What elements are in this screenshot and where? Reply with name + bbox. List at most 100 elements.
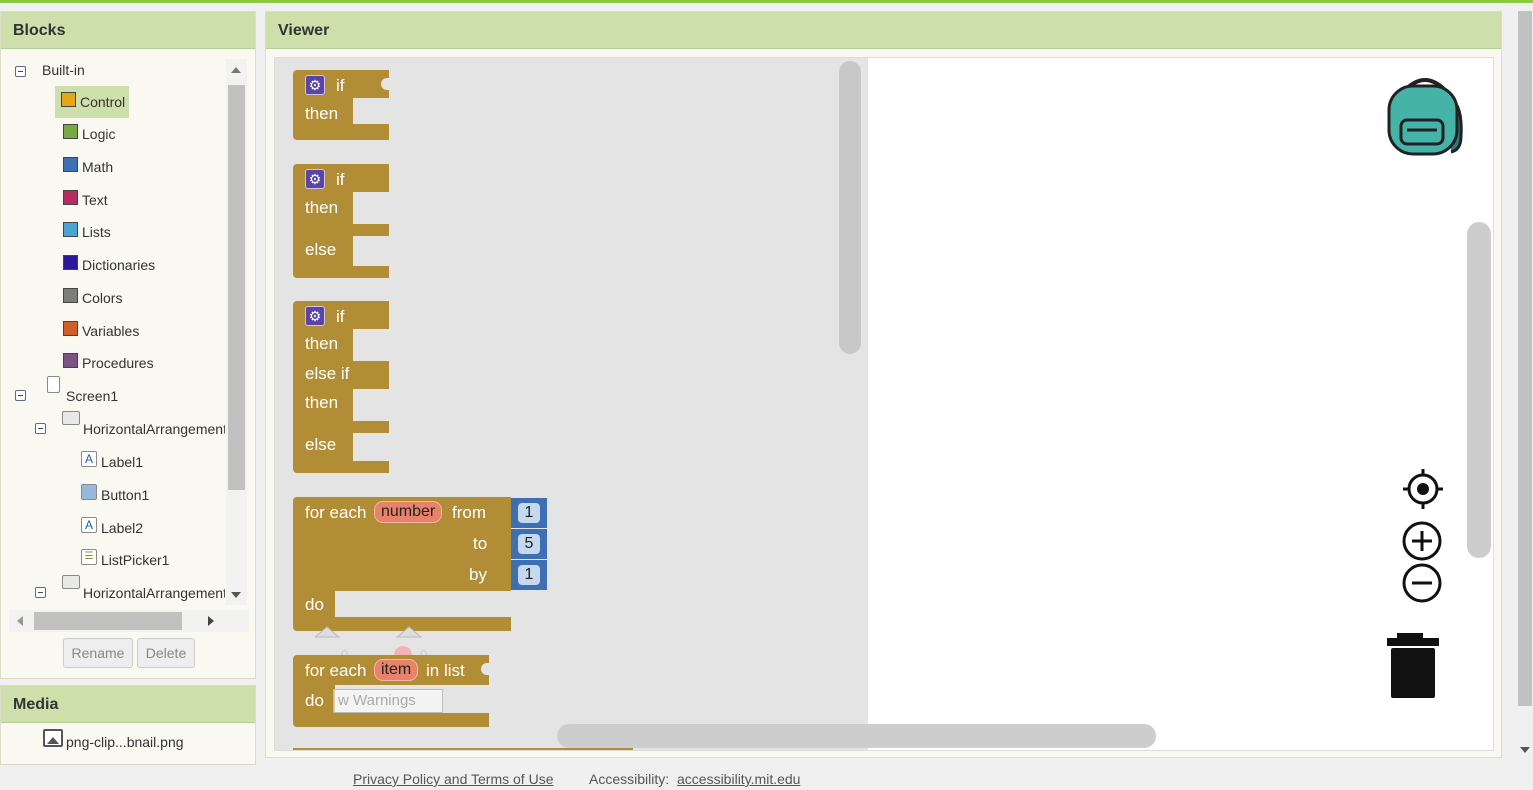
drawer-logic[interactable]: Logic [63, 119, 115, 149]
scroll-left-icon[interactable] [17, 616, 23, 626]
block-label: then [305, 393, 339, 412]
drawer-variables[interactable]: Variables [63, 316, 139, 346]
block-label: if [336, 307, 345, 326]
drawer-text[interactable]: Text [63, 185, 108, 215]
footer: Privacy Policy and Terms of Use Accessib… [0, 765, 1533, 790]
block-label: for each [305, 503, 367, 522]
drawer-label: Control [80, 94, 126, 110]
scroll-thumb[interactable] [34, 612, 182, 630]
drawer-label: Dictionaries [82, 257, 156, 273]
if-elseif-else-block[interactable]: ⚙ if then else if then else [293, 301, 389, 473]
privacy-policy-link[interactable]: Privacy Policy and Terms of Use [353, 771, 553, 787]
tree-node-screen1[interactable]: Screen1 [9, 376, 225, 411]
drawer-dictionaries[interactable]: Dictionaries [63, 250, 155, 280]
block-label: do [305, 595, 324, 614]
tree-label: HorizontalArrangement1 [83, 421, 225, 437]
tree-vertical-scrollbar[interactable] [226, 59, 247, 605]
scroll-thumb[interactable] [228, 85, 245, 490]
variable-name-field[interactable]: number [374, 501, 443, 523]
tree-node-button1[interactable]: Button1 [81, 480, 149, 510]
drawer-label: Text [82, 192, 108, 208]
number-value[interactable]: 1 [518, 503, 540, 523]
block-label: then [305, 198, 339, 217]
mutator-gear-icon[interactable]: ⚙ [305, 75, 325, 95]
viewer-title: Viewer [266, 12, 1501, 49]
number-value[interactable]: 5 [518, 534, 540, 554]
drawer-procedures[interactable]: Procedures [63, 348, 154, 378]
trash-icon[interactable] [1387, 632, 1441, 700]
for-range-block[interactable]: for each number from 1 to 5 by 1 do [293, 497, 547, 633]
block-label: if [336, 170, 345, 189]
control-swatch-icon [61, 91, 76, 107]
scroll-up-icon[interactable] [231, 67, 241, 73]
drawer-colors[interactable]: Colors [63, 283, 122, 313]
blocks-flyout: ⚙ if then ⚙ if then else ⚙ if then else … [275, 58, 868, 750]
media-item[interactable]: png-clip...bnail.png [43, 729, 184, 750]
text-swatch-icon [63, 189, 78, 205]
number-block[interactable]: 5 [511, 529, 547, 559]
drawer-label: Lists [82, 224, 111, 240]
mutator-gear-icon[interactable]: ⚙ [305, 169, 325, 189]
collapse-toggle-icon[interactable] [15, 390, 26, 401]
tree-horizontal-scrollbar[interactable] [9, 610, 249, 632]
tree-label: Button1 [101, 487, 150, 503]
math-swatch-icon [63, 156, 78, 172]
drawer-label: Logic [82, 126, 116, 142]
tree-node-horizontalarrangement1[interactable]: HorizontalArrangement1 [9, 411, 225, 444]
button-icon [81, 484, 97, 500]
workspace-horizontal-scrollbar[interactable] [557, 724, 1156, 748]
label-icon: A [81, 451, 97, 467]
page-scrollbar[interactable] [1517, 11, 1533, 766]
tree-label: Label1 [101, 454, 144, 470]
tree-node-label2[interactable]: A Label2 [81, 513, 143, 543]
if-then-block[interactable]: ⚙ if then [293, 70, 389, 146]
tree-label-builtin: Built-in [42, 62, 85, 78]
variable-name-field[interactable]: item [374, 659, 419, 681]
drawer-label: Variables [82, 323, 140, 339]
next-block-edge [293, 748, 633, 750]
collapse-toggle-icon[interactable] [35, 587, 46, 598]
recenter-icon[interactable] [1403, 469, 1443, 509]
drawer-label: Math [82, 159, 114, 175]
lists-swatch-icon [63, 221, 78, 237]
drawer-control[interactable]: Control [55, 86, 130, 118]
variables-swatch-icon [63, 320, 78, 336]
tree-node-label1[interactable]: A Label1 [81, 447, 143, 477]
zoom-out-icon[interactable] [1401, 562, 1443, 604]
if-then-else-block[interactable]: ⚙ if then else [293, 164, 389, 280]
collapse-toggle-icon[interactable] [35, 423, 46, 434]
tree-node-listpicker1[interactable]: ☰ ListPicker1 [81, 545, 169, 575]
number-value[interactable]: 1 [518, 565, 540, 585]
scroll-down-icon[interactable] [231, 592, 241, 598]
image-file-icon [43, 729, 63, 747]
zoom-in-icon[interactable] [1401, 521, 1443, 563]
scroll-right-icon[interactable] [208, 616, 214, 626]
tree-node-horizontalarrangement2[interactable]: HorizontalArrangement2 [9, 575, 225, 605]
drawer-math[interactable]: Math [63, 152, 113, 182]
accessibility-link[interactable]: accessibility.mit.edu [677, 771, 800, 787]
blocks-workspace[interactable]: ⚙ if then ⚙ if then else ⚙ if then else … [274, 57, 1494, 751]
blocks-panel-title: Blocks [1, 12, 255, 49]
mutator-gear-icon[interactable]: ⚙ [305, 306, 325, 326]
arrangement-icon [62, 411, 80, 425]
drawer-label: Colors [82, 290, 123, 306]
drawer-lists[interactable]: Lists [63, 217, 111, 247]
tree-label: ListPicker1 [101, 552, 170, 568]
show-warnings-toggle[interactable]: w Warnings [333, 689, 443, 713]
rename-button[interactable]: Rename [63, 638, 133, 668]
number-block[interactable]: 1 [511, 498, 547, 528]
backpack-icon[interactable] [1383, 72, 1467, 156]
block-label: then [305, 104, 339, 123]
flyout-scrollbar[interactable] [839, 61, 861, 354]
delete-button[interactable]: Delete [137, 638, 195, 668]
collapse-toggle-icon[interactable] [15, 66, 26, 77]
logic-swatch-icon [63, 123, 78, 139]
number-block[interactable]: 1 [511, 560, 547, 590]
scroll-down-icon[interactable] [1520, 747, 1530, 753]
block-label: do [305, 691, 324, 710]
workspace-vertical-scrollbar[interactable] [1467, 222, 1491, 558]
blocks-tree: Built-in Control Logic Math Text Lists D… [9, 57, 225, 605]
scroll-thumb[interactable] [1518, 11, 1532, 706]
arrangement-icon [62, 575, 80, 589]
block-label: if [336, 76, 345, 95]
